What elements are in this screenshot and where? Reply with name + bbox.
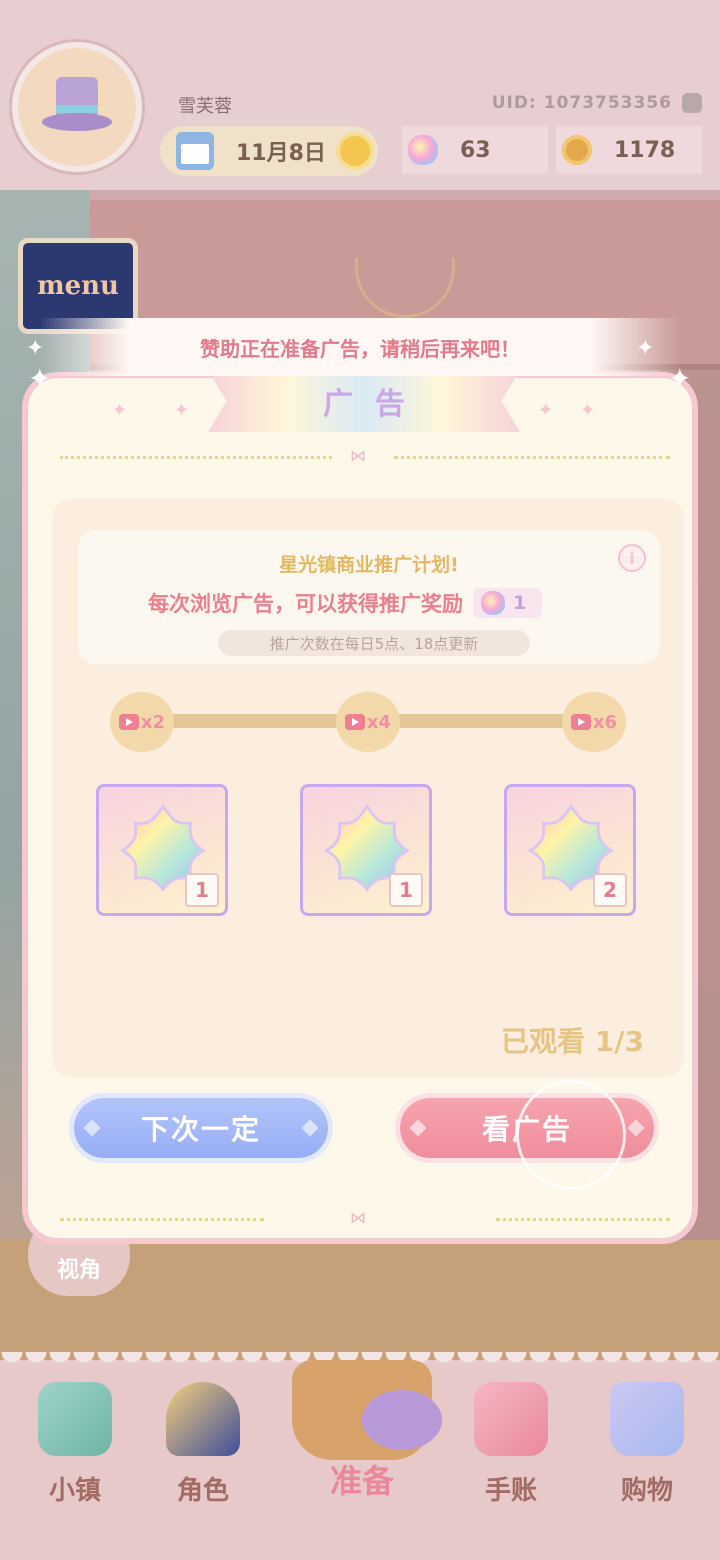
reward-tile[interactable]: 1 [96, 784, 228, 916]
diamond-ornament [301, 1119, 319, 1137]
menu-label: menu [37, 271, 119, 301]
sparkle-icon: ✦ [580, 400, 596, 421]
reward-count: 2 [593, 873, 627, 907]
date-display: 11月8日 [160, 126, 378, 176]
gem-counter[interactable]: 63 [402, 126, 548, 174]
diamond-ornament [83, 1119, 101, 1137]
rainbow-gem-icon [481, 591, 505, 615]
nav-prepare-label: 准备 [329, 1462, 394, 1500]
reward-text: 每次浏览广告，可以获得推广奖励 [148, 592, 463, 616]
nav-shop[interactable]: 购物 [592, 1382, 702, 1512]
divider [60, 1218, 264, 1221]
current-date: 11月8日 [236, 141, 326, 166]
sparkle-icon: ✦ [538, 400, 554, 421]
coin-count: 1178 [614, 137, 676, 163]
calendar-icon [176, 132, 214, 170]
nav-town-label: 小镇 [48, 1476, 101, 1506]
coin-counter[interactable]: 1178 [556, 126, 702, 174]
sparkle-icon: ✦ [112, 400, 128, 421]
promo-plan-title: 星光镇商业推广计划! [279, 554, 459, 576]
nav-prepare[interactable]: 准备 [262, 1340, 462, 1510]
next-time-button[interactable]: 下次一定 [74, 1098, 328, 1158]
sparkle-icon: ✦ [668, 362, 692, 395]
player-name: 雪芙蓉 [178, 96, 232, 117]
reward-tile[interactable]: 2 [504, 784, 636, 916]
nav-shop-label: 购物 [620, 1476, 673, 1506]
video-icon [118, 714, 139, 730]
divider [394, 456, 670, 459]
sparkle-icon: ✦ [26, 336, 45, 361]
reward-count: 1 [389, 873, 423, 907]
bow-icon: ⋈ [350, 1208, 366, 1227]
ad-dialog: 广告 ✦ ✦ ✦ ✦ ⋈ 星光镇商业推广计划! i 每次浏览广告，可以获得推广奖… [22, 370, 698, 1244]
top-header: 雪芙蓉 UID: 1073753356 11月8日 63 1178 [0, 0, 720, 190]
nav-town[interactable]: 小镇 [20, 1382, 130, 1512]
nav-journal[interactable]: 手账 [456, 1382, 566, 1512]
info-icon[interactable]: i [618, 544, 646, 572]
watched-progress: 已观看 1/3 [501, 1025, 644, 1058]
milestone-label: x4 [366, 711, 392, 733]
reward-amount: 1 [513, 592, 527, 614]
sparkle-icon: ✦ [28, 362, 52, 395]
next-time-label: 下次一定 [140, 1113, 261, 1146]
milestone-node: x6 [562, 692, 626, 752]
diamond-ornament [627, 1119, 645, 1137]
milestone-label: x2 [140, 711, 166, 733]
nav-journal-label: 手账 [484, 1476, 537, 1506]
tap-indicator [516, 1080, 626, 1190]
hat-icon [362, 1390, 442, 1450]
reward-count: 1 [185, 873, 219, 907]
gold-coin-icon [562, 135, 592, 165]
journal-book-icon [474, 1382, 548, 1456]
video-icon [570, 714, 591, 730]
nav-character-label: 角色 [176, 1476, 229, 1506]
top-hat-icon [42, 77, 112, 137]
dialog-title: 广告 [323, 387, 427, 422]
milestone-node: x2 [110, 692, 174, 752]
divider [496, 1218, 670, 1221]
player-avatar[interactable] [12, 42, 142, 172]
map-icon [38, 1382, 112, 1456]
milestone-node: x4 [336, 692, 400, 752]
sparkle-icon: ✦ [636, 336, 655, 361]
view-angle-label: 视角 [56, 1258, 101, 1283]
diamond-ornament [409, 1119, 427, 1137]
sunny-weather-icon [339, 136, 370, 166]
reward-description: 每次浏览广告，可以获得推广奖励 1 [148, 588, 543, 618]
shopping-bag-icon [610, 1382, 684, 1456]
divider [60, 456, 332, 459]
gem-count: 63 [460, 137, 491, 163]
info-box: 星光镇商业推广计划! i 每次浏览广告，可以获得推广奖励 1 推广次数在每日5点… [78, 530, 660, 664]
toast-message: 赞助正在准备广告，请稍后再来吧！ [40, 318, 680, 376]
video-icon [344, 714, 365, 730]
milestone-label: x6 [592, 711, 618, 733]
nav-character[interactable]: 角色 [148, 1382, 258, 1512]
copy-uid-icon[interactable] [682, 93, 702, 113]
dialog-title-banner: 广告 [208, 370, 520, 432]
character-icon [166, 1382, 240, 1456]
rainbow-gem-icon [408, 135, 438, 165]
bow-icon: ⋈ [350, 446, 366, 465]
player-uid: UID: 1073753356 [491, 93, 672, 113]
reward-chip: 1 [473, 588, 543, 618]
reward-tile[interactable]: 1 [300, 784, 432, 916]
sparkle-icon: ✦ [174, 400, 190, 421]
refresh-note: 推广次数在每日5点、18点更新 [218, 630, 530, 656]
